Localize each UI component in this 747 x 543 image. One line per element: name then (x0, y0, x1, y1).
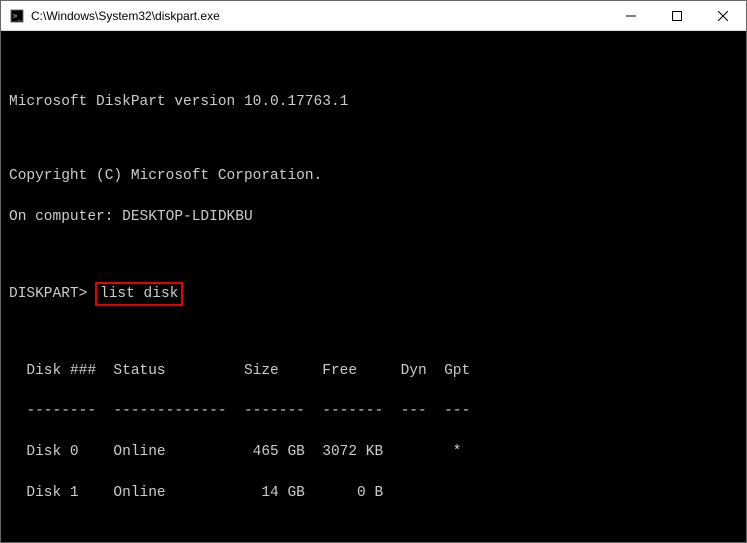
disk-table-row: Disk 1 Online 14 GB 0 B (9, 483, 738, 503)
maximize-button[interactable] (654, 1, 700, 30)
disk-table-header: Disk ### Status Size Free Dyn Gpt (9, 361, 738, 381)
disk-table-row: Disk 0 Online 465 GB 3072 KB * (9, 442, 738, 462)
copyright-line: Copyright (C) Microsoft Corporation. (9, 166, 738, 186)
cmd-list-disk: list disk (95, 282, 183, 306)
titlebar-left: >_ C:\Windows\System32\diskpart.exe (1, 8, 220, 24)
computer-line: On computer: DESKTOP-LDIDKBU (9, 207, 738, 227)
prompt-line-1: DISKPART> list disk (9, 282, 738, 306)
close-button[interactable] (700, 1, 746, 30)
terminal-output[interactable]: Microsoft DiskPart version 10.0.17763.1 … (1, 31, 746, 542)
svg-text:>_: >_ (13, 11, 23, 20)
minimize-button[interactable] (608, 1, 654, 30)
prompt-label: DISKPART> (9, 286, 87, 302)
disk-table-divider: -------- ------------- ------- ------- -… (9, 401, 738, 421)
titlebar: >_ C:\Windows\System32\diskpart.exe (1, 1, 746, 31)
app-icon: >_ (9, 8, 25, 24)
diskpart-window: >_ C:\Windows\System32\diskpart.exe Micr… (0, 0, 747, 543)
titlebar-controls (608, 1, 746, 30)
version-line: Microsoft DiskPart version 10.0.17763.1 (9, 92, 738, 112)
window-title: C:\Windows\System32\diskpart.exe (31, 9, 220, 23)
